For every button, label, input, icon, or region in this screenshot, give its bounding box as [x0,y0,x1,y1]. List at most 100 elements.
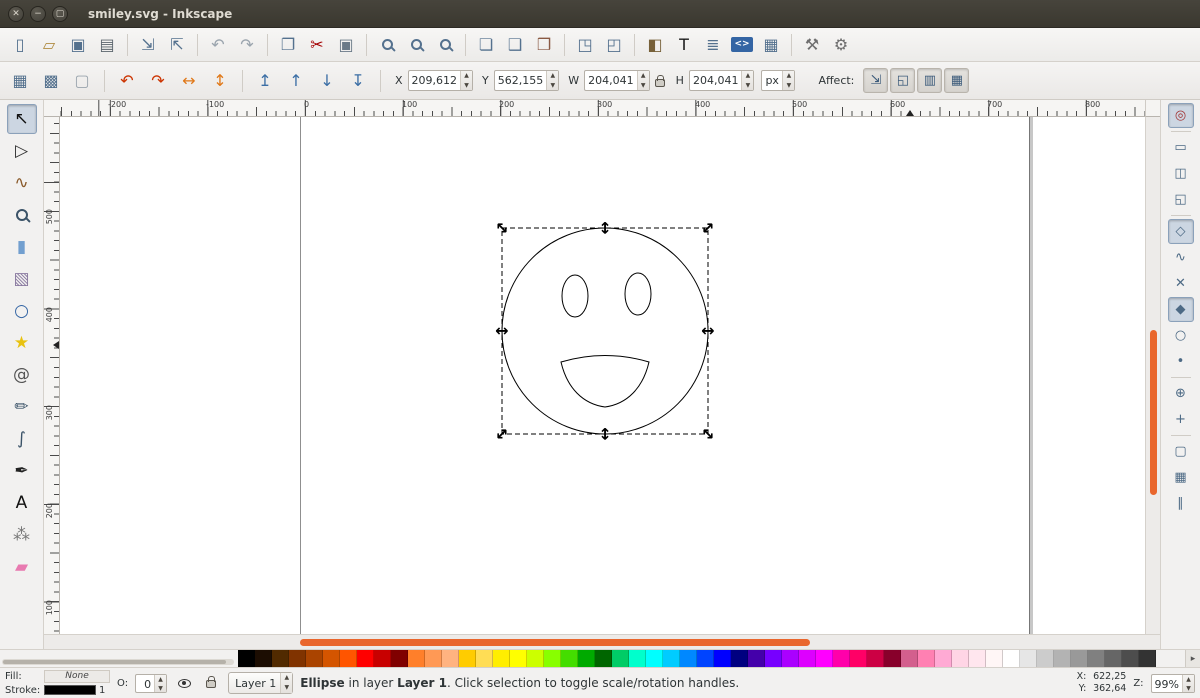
palette-swatch[interactable] [476,650,493,667]
palette-swatch[interactable] [595,650,612,667]
snap-path-intersections-toggle[interactable]: ✕ [1168,271,1194,296]
palette-swatch[interactable] [272,650,289,667]
spin-down-icon[interactable]: ▼ [281,683,292,693]
x-value[interactable]: 209,612 [409,71,461,90]
palette-swatch[interactable] [884,650,901,667]
box3d-tool[interactable]: ▧ [7,264,37,294]
canvas[interactable]: ↔↔↔↔↔↔↔↔ [60,117,1145,634]
x-spin-arrows[interactable]: ▲▼ [460,71,472,90]
redo-button[interactable]: ↷ [233,31,261,58]
palette-swatch[interactable] [1037,650,1054,667]
zoom-tool[interactable] [7,200,37,230]
zoom-drawing-button[interactable] [402,31,430,58]
ungroup-button[interactable]: ◰ [600,31,628,58]
deselect-button[interactable]: ▢ [68,67,96,94]
unit-arrows[interactable]: ▲▼ [782,71,794,90]
settings-gear-button[interactable]: ⚙ [827,31,855,58]
width-spinbox[interactable]: 204,041 ▲▼ [584,70,650,91]
palette-swatch[interactable] [527,650,544,667]
unit-value[interactable]: px [762,71,782,90]
palette-swatch[interactable] [1105,650,1122,667]
palette-swatch[interactable] [697,650,714,667]
stroke-color-swatch[interactable] [44,685,96,695]
palette-swatch[interactable] [629,650,646,667]
save-button[interactable]: ▣ [64,31,92,58]
palette-swatch[interactable] [799,650,816,667]
palette-swatch[interactable] [918,650,935,667]
y-spin-arrows[interactable]: ▲▼ [546,71,558,90]
preferences-wrench-button[interactable]: ⚒ [798,31,826,58]
spin-up-icon[interactable]: ▲ [783,71,794,81]
palette-swatch[interactable] [578,650,595,667]
zoom-value[interactable]: 99% [1152,675,1182,692]
open-document-button[interactable]: ▱ [35,31,63,58]
palette-swatch[interactable] [391,650,408,667]
clone-button[interactable]: ❑ [501,31,529,58]
snap-object-centers-toggle[interactable]: ⊕ [1168,381,1194,406]
spin-up-icon[interactable]: ▲ [547,71,558,81]
horizontal-scrollbar[interactable] [60,634,1145,649]
palette-swatch[interactable] [1122,650,1139,667]
lock-width-height-toggle[interactable] [655,79,665,87]
palette-swatch[interactable] [459,650,476,667]
palette-swatch[interactable] [1088,650,1105,667]
export-button[interactable]: ⇱ [163,31,191,58]
spin-up-icon[interactable]: ▲ [742,71,753,81]
layer-visibility-toggle[interactable] [174,673,194,693]
rotate-cw-button[interactable]: ↷ [144,67,172,94]
palette-swatch[interactable] [833,650,850,667]
flip-vertical-button[interactable]: ↕ [206,67,234,94]
opacity-spinbox[interactable]: 0 ▲▼ [135,674,167,693]
palette-swatch[interactable] [1054,650,1071,667]
zoom-spin-arrows[interactable]: ▲▼ [1182,675,1194,692]
text-tool[interactable]: A [7,488,37,518]
h-spin-arrows[interactable]: ▲▼ [741,71,753,90]
palette-swatch[interactable] [238,650,255,667]
zoom-page-button[interactable] [431,31,459,58]
spiral-tool[interactable]: @ [7,360,37,390]
new-document-button[interactable]: ▯ [6,31,34,58]
palette-swatch[interactable] [493,650,510,667]
vertical-scrollbar-thumb[interactable] [1150,330,1157,495]
palette-swatch[interactable] [782,650,799,667]
snap-midpoints-toggle[interactable]: • [1168,349,1194,374]
spin-down-icon[interactable]: ▼ [783,81,794,91]
palette-swatch[interactable] [323,650,340,667]
spin-up-icon[interactable]: ▲ [281,673,292,683]
palette-swatch[interactable] [357,650,374,667]
spin-down-icon[interactable]: ▼ [742,81,753,91]
smiley-face-circle[interactable] [502,228,708,434]
spin-up-icon[interactable]: ▲ [1183,675,1194,684]
palette-swatch[interactable] [1071,650,1088,667]
lower-button[interactable]: ↓ [313,67,341,94]
minimize-button[interactable]: − [30,6,46,22]
zoom-selection-button[interactable] [373,31,401,58]
smiley-left-eye[interactable] [562,275,588,317]
palette-swatch[interactable] [986,650,1003,667]
calligraphy-tool[interactable]: ✒ [7,456,37,486]
select-all-layers-button[interactable]: ▩ [37,67,65,94]
selection-handle-tm[interactable]: ↔ [597,221,613,234]
palette-swatch[interactable] [952,650,969,667]
palette-scrollbar-thumb[interactable] [3,660,226,664]
spin-up-icon[interactable]: ▲ [638,71,649,81]
snap-enable-toggle[interactable]: ◎ [1168,103,1194,128]
snap-smooth-nodes-toggle[interactable]: ○ [1168,323,1194,348]
palette-swatch[interactable] [442,650,459,667]
snap-page-border-toggle[interactable]: ▢ [1168,439,1194,464]
import-button[interactable]: ⇲ [134,31,162,58]
horizontal-scrollbar-thumb[interactable] [300,639,810,646]
select-all-button[interactable]: ▦ [6,67,34,94]
align-distribute-button[interactable]: ▦ [757,31,785,58]
palette-swatch[interactable] [1003,650,1020,667]
rotate-ccw-button[interactable]: ↶ [113,67,141,94]
layer-select[interactable]: Layer 1 ▲▼ [228,672,293,694]
flip-horizontal-button[interactable]: ↔ [175,67,203,94]
spin-down-icon[interactable]: ▼ [547,81,558,91]
palette-swatch[interactable] [731,650,748,667]
palette-swatch[interactable] [255,650,272,667]
x-spinbox[interactable]: 209,612 ▲▼ [408,70,474,91]
layer-select-arrows[interactable]: ▲▼ [280,673,292,693]
affect-move-gradients-toggle[interactable]: ▥ [917,68,942,93]
group-button[interactable]: ◳ [571,31,599,58]
